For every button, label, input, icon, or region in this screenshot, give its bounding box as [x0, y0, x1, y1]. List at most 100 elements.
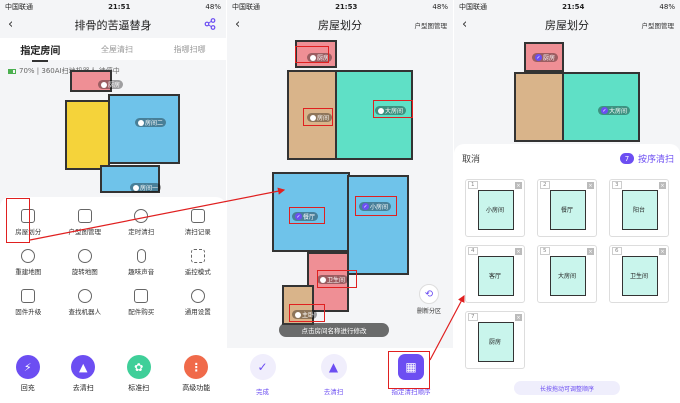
broom-icon: ▲ [320, 354, 347, 380]
check-icon: ✓ [535, 54, 542, 61]
find-robot-button[interactable]: 查找机器人 [57, 285, 114, 319]
tab-assigned-room[interactable]: 指定房间 [20, 42, 60, 62]
floor-map[interactable]: ✓ 厨房 ✓ 大房间 [494, 40, 644, 142]
action-label: 去清扫 [323, 388, 344, 396]
highlight-room [303, 108, 333, 126]
action-label: 高级功能 [182, 384, 211, 392]
room-dot-icon [133, 184, 139, 191]
remove-icon[interactable]: × [587, 248, 594, 255]
room-two[interactable] [108, 94, 180, 164]
advanced-button[interactable]: ⋮ 高级功能 [182, 352, 210, 403]
grid-label: 遥控模式 [184, 267, 211, 276]
action-label: 标准扫 [128, 384, 150, 392]
hint-toast: 点击房间名称进行修改 [279, 323, 389, 337]
buy-accessories-button[interactable]: 配件购买 [113, 285, 170, 319]
order-sheet: 取消 7 按序清扫 1 × 小房间 2 × 餐厅 3 × 阳台 4 × 客厅 5 × 大房间 6 × 卫生… [454, 144, 680, 403]
room-label-large[interactable]: ✓ 大房间 [598, 106, 631, 115]
remote-control-button[interactable]: 遥控模式 [170, 245, 227, 279]
battery-label: 48% [205, 3, 221, 11]
order-header: 取消 7 按序清扫 [454, 144, 680, 165]
room-card[interactable]: 4 × 客厅 [465, 245, 525, 303]
floorplan-manage-link[interactable]: 户型图管理 [415, 20, 448, 30]
fun-sound-button[interactable]: 趣味声音 [113, 245, 170, 279]
carrier-label: 中国联通 [232, 3, 260, 11]
room-card[interactable]: 5 × 大房间 [537, 245, 597, 303]
highlight-master [289, 304, 325, 322]
cancel-button[interactable]: 取消 [462, 152, 480, 165]
room-card[interactable]: 3 × 阳台 [609, 179, 669, 237]
standard-mode-button[interactable]: ✿ 标准扫 [126, 352, 151, 403]
room-yellow[interactable] [65, 100, 110, 170]
tab-point-clean[interactable]: 指哪扫哪 [174, 44, 206, 55]
room-label-room1[interactable]: 房间一 [130, 183, 162, 192]
order-label: 按序清扫 [637, 155, 674, 165]
clean-history-button[interactable]: 清扫记录 [170, 205, 227, 239]
order-number: 7 [468, 313, 478, 321]
room-card[interactable]: 2 × 餐厅 [537, 179, 597, 237]
floor-map[interactable]: 厨房 房间二 房间一 [40, 70, 190, 195]
action-label: 完成 [256, 388, 269, 396]
action-label: 去清扫 [72, 384, 94, 392]
nav-bar: ‹ 排骨的苦逼替身 [0, 14, 226, 36]
go-clean-button[interactable]: ▲ 去清扫 [71, 352, 96, 403]
panel-device-home: 中国联通 21:51 48% ‹ 排骨的苦逼替身 指定房间 全屋清扫 指哪扫哪 … [0, 0, 226, 403]
recharge-button[interactable]: ⚡ 回充 [15, 352, 40, 403]
remove-icon[interactable]: × [659, 182, 666, 189]
page-title: 房屋划分 [318, 19, 362, 32]
room-label-kitchen[interactable]: 厨房 [98, 80, 124, 89]
share-icon[interactable] [204, 18, 216, 30]
tab-whole-house[interactable]: 全屋清扫 [101, 44, 133, 55]
go-clean-button[interactable]: ▲ 去清扫 [320, 348, 347, 403]
order-clean-button[interactable]: 7 按序清扫 [619, 152, 674, 165]
upgrade-icon [21, 288, 36, 303]
clean-icon: ▲ [71, 355, 96, 379]
remove-icon[interactable]: × [659, 248, 666, 255]
remove-icon[interactable]: × [515, 314, 522, 321]
grid-label: 趣味声音 [128, 267, 155, 276]
room-name: 大房间 [557, 273, 576, 280]
carrier-label: 中国联通 [459, 3, 487, 11]
room-tan[interactable] [514, 72, 564, 142]
room-small[interactable] [347, 175, 409, 275]
room-label-kitchen[interactable]: ✓ 厨房 [532, 53, 559, 62]
status-bar: 中国联通 21:54 48% [454, 0, 680, 14]
room-name: 房间二 [145, 120, 164, 127]
room-label-room2[interactable]: 房间二 [135, 118, 167, 127]
room-card[interactable]: 6 × 卫生间 [609, 245, 669, 303]
drag-hint: 长按拖动可调整顺序 [514, 381, 620, 395]
floor-map[interactable]: 厨房 房间 大房间 ✓ 餐厅 ✓ 小房间 卫生间 主卧 [267, 40, 417, 345]
remove-icon[interactable]: × [515, 248, 522, 255]
order-number: 6 [612, 247, 622, 255]
panel-clean-order: 中国联通 21:54 48% ‹ 房屋划分 户型图管理 ✓ 厨房 ✓ 大房间 取消 … [454, 0, 680, 403]
room-card[interactable]: 7 × 厨房 [465, 311, 525, 369]
quick-actions: ⚡ 回充 ▲ 去清扫 ✿ 标准扫 ⋮ 高级功能 [0, 352, 226, 403]
highlight-large [373, 100, 413, 118]
panel-room-divide: 中国联通 21:53 48% ‹ 房屋划分 户型图管理 厨房 房间 大房间 ✓ 餐… [227, 0, 453, 403]
new-partition-button[interactable]: ⟲ 删新分区 [417, 284, 441, 315]
firmware-upgrade-button[interactable]: 固件升级 [0, 285, 57, 319]
back-icon[interactable]: ‹ [235, 17, 240, 32]
rotate-map-button[interactable]: 旋转地图 [57, 245, 114, 279]
grid-label: 配件购买 [128, 307, 155, 316]
remove-icon[interactable]: × [587, 182, 594, 189]
order-number: 3 [612, 181, 622, 189]
floorplan-manage-button[interactable]: 户型图管理 [57, 205, 114, 239]
action-label: 回充 [20, 384, 35, 392]
schedule-clean-button[interactable]: 定时清扫 [113, 205, 170, 239]
dpad-icon [190, 248, 205, 263]
gear-icon [190, 288, 205, 303]
floorplan-manage-link[interactable]: 户型图管理 [642, 20, 675, 30]
grid-label: 定时清扫 [128, 227, 155, 236]
room-card[interactable]: 1 × 小房间 [465, 179, 525, 237]
done-button[interactable]: ✓ 完成 [249, 348, 276, 403]
fan-icon: ✿ [126, 355, 151, 379]
remove-icon[interactable]: × [515, 182, 522, 189]
back-icon[interactable]: ‹ [8, 17, 13, 32]
general-settings-button[interactable]: 通用设置 [170, 285, 227, 319]
refresh-icon [21, 248, 36, 263]
nav-bar: ‹ 房屋划分 户型图管理 [454, 14, 680, 36]
back-icon[interactable]: ‹ [462, 17, 467, 32]
more-icon: ⋮ [184, 355, 209, 379]
rebuild-map-button[interactable]: 重建地图 [0, 245, 57, 279]
room-name: 客厅 [488, 273, 501, 280]
